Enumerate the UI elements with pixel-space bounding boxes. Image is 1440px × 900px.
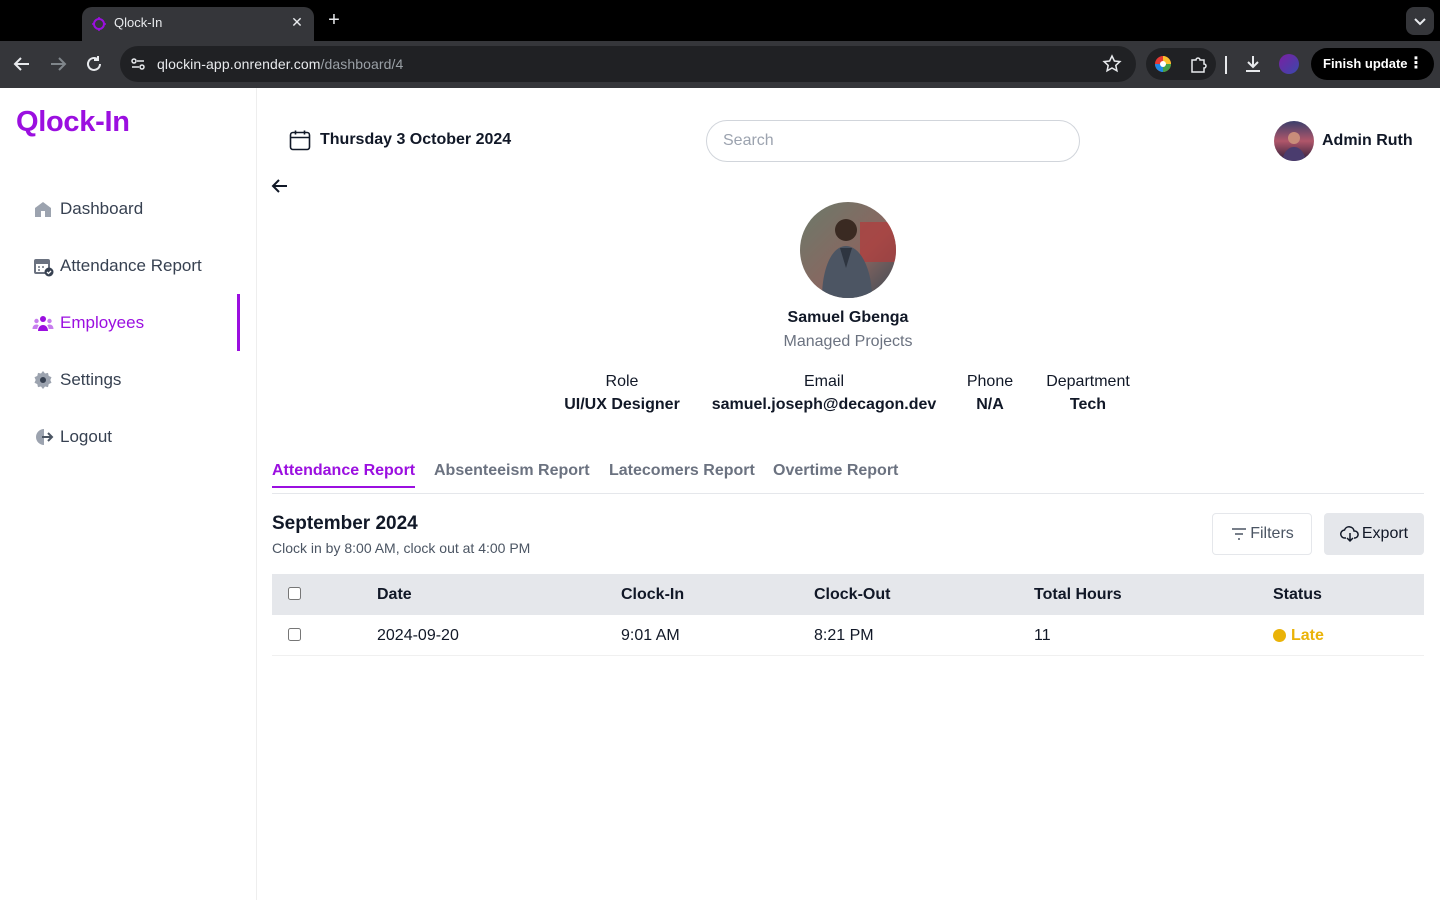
tab-latecomers-report[interactable]: Latecomers Report (609, 462, 755, 486)
calendar-check-icon (34, 259, 54, 277)
cell-total-hours: 11 (1034, 627, 1051, 644)
home-icon (35, 202, 51, 217)
info-label: Role (605, 373, 639, 390)
chevron-down-icon (1414, 18, 1426, 26)
download-icon[interactable] (1242, 53, 1264, 75)
sidebar-item-employees[interactable]: Employees (32, 294, 240, 351)
user-menu[interactable]: Admin Ruth (1274, 121, 1413, 161)
column-header: Status (1273, 586, 1322, 603)
site-settings-icon[interactable] (128, 54, 148, 74)
back-arrow-icon[interactable] (270, 176, 290, 196)
column-header: Clock-Out (814, 586, 891, 603)
tab-search-button[interactable] (1406, 7, 1434, 35)
browser-toolbar: qlockin-app.onrender.com/dashboard/4 Fin… (0, 41, 1440, 88)
filters-label: Filters (1250, 525, 1294, 542)
info-value: UI/UX Designer (564, 396, 680, 413)
sidebar-item-label: Logout (60, 427, 112, 446)
gear-icon (34, 371, 52, 389)
date-text: Thursday 3 October 2024 (320, 131, 512, 148)
employee-name: Samuel Gbenga (787, 309, 909, 326)
info-email: Email samuel.joseph@decagon.dev (704, 373, 944, 414)
sidebar-item-label: Attendance Report (60, 256, 202, 275)
report-subtitle: Clock in by 8:00 AM, clock out at 4:00 P… (272, 540, 531, 556)
status-badge: Late (1273, 615, 1324, 656)
back-arrow-icon[interactable] (11, 53, 33, 75)
sidebar-item-settings[interactable]: Settings (32, 352, 240, 408)
cell-clock-in: 9:01 AM (621, 627, 680, 644)
column-header: Clock-In (621, 586, 685, 603)
bookmark-star-icon[interactable] (1102, 54, 1122, 74)
extensions-group (1146, 48, 1216, 80)
table-header: Date Clock-In Clock-Out Total Hours Stat… (272, 574, 1424, 615)
sidebar-item-attendance-report[interactable]: Attendance Report (32, 238, 240, 294)
export-label: Export (1361, 525, 1409, 542)
tab-attendance-report[interactable]: Attendance Report (272, 462, 416, 488)
sidebar-item-label: Employees (60, 313, 145, 332)
info-label: Email (803, 373, 844, 390)
column-header: Total Hours (1034, 586, 1122, 603)
logout-icon (36, 429, 54, 445)
browser-tab[interactable]: Qlock-In ✕ (82, 7, 314, 41)
info-value: Tech (1069, 396, 1107, 413)
info-label: Phone (966, 373, 1014, 390)
status-text: Late (1291, 627, 1324, 644)
tab-title: Qlock-In (114, 15, 163, 30)
sidebar-item-dashboard[interactable]: Dashboard (32, 181, 240, 237)
close-tab-icon[interactable]: ✕ (288, 13, 306, 31)
color-picker-extension-icon[interactable] (1154, 55, 1172, 73)
report-tabs: Attendance Report Absenteeism Report Lat… (272, 460, 1424, 494)
column-header: Date (377, 586, 412, 603)
row-checkbox[interactable] (288, 628, 301, 641)
select-all-checkbox[interactable] (288, 587, 301, 600)
filter-icon (1232, 528, 1247, 540)
sidebar-item-label: Dashboard (60, 199, 144, 218)
employee-subtitle: Managed Projects (783, 333, 913, 350)
info-phone: Phone N/A (955, 373, 1025, 414)
url-text: qlockin-app.onrender.com/dashboard/4 (157, 56, 404, 72)
sidebar: Qlock-In Dashboard Attendance Report Emp… (0, 88, 257, 900)
user-name: Admin Ruth (1322, 132, 1413, 149)
export-button[interactable]: Export (1324, 513, 1424, 555)
employee-photo (800, 202, 896, 298)
calendar-icon (289, 130, 311, 151)
finish-update-button[interactable]: Finish update ⋮ (1311, 48, 1434, 80)
tab-overtime-report[interactable]: Overtime Report (773, 462, 898, 486)
info-department: Department Tech (1038, 373, 1138, 414)
app-favicon-icon (92, 17, 106, 31)
info-label: Department (1046, 373, 1130, 390)
more-vert-icon: ⋮ (1408, 55, 1424, 72)
cell-clock-out: 8:21 PM (814, 627, 874, 644)
new-tab-icon[interactable]: + (322, 9, 346, 33)
tab-absenteeism-report[interactable]: Absenteeism Report (434, 462, 590, 486)
puzzle-extensions-icon[interactable] (1188, 54, 1208, 74)
profile-avatar-icon[interactable] (1279, 54, 1299, 74)
report-title: September 2024 (272, 513, 418, 534)
reload-icon[interactable] (83, 53, 105, 75)
app-logo[interactable]: Qlock-In (16, 106, 130, 139)
users-icon (32, 316, 54, 331)
info-role: Role UI/UX Designer (552, 373, 692, 414)
search-input[interactable] (706, 120, 1080, 162)
filters-button[interactable]: Filters (1212, 513, 1312, 555)
cloud-download-icon (1339, 526, 1359, 543)
avatar (1274, 121, 1314, 161)
attendance-table: Date Clock-In Clock-Out Total Hours Stat… (272, 574, 1424, 656)
info-value: samuel.joseph@decagon.dev (711, 396, 937, 413)
toolbar-divider (1225, 56, 1227, 74)
forward-arrow-icon[interactable] (47, 53, 69, 75)
cell-date: 2024-09-20 (377, 627, 459, 644)
table-row[interactable]: 2024-09-20 9:01 AM 8:21 PM 11 Late (272, 615, 1424, 656)
current-date: Thursday 3 October 2024 (289, 129, 511, 151)
status-dot-icon (1273, 629, 1286, 642)
browser-tab-strip: Qlock-In ✕ + (0, 0, 1440, 41)
info-value: N/A (976, 396, 1004, 413)
sidebar-item-label: Settings (60, 370, 122, 389)
sidebar-item-logout[interactable]: Logout (32, 409, 240, 465)
address-bar[interactable]: qlockin-app.onrender.com/dashboard/4 (120, 46, 1136, 82)
